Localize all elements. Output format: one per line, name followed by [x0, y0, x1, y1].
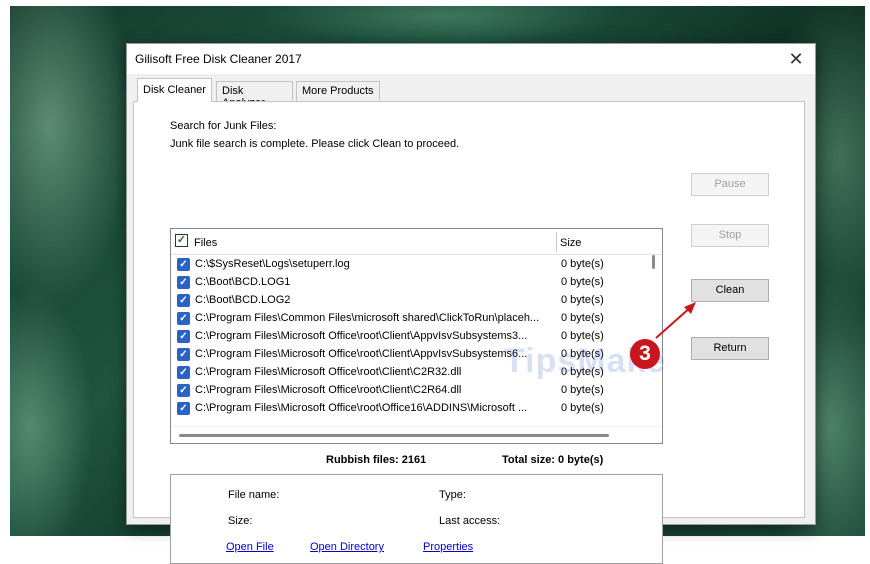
row-checkbox[interactable]: ✓ — [177, 312, 190, 325]
file-path: C:\Program Files\Microsoft Office\root\O… — [195, 402, 528, 414]
file-size: 0 byte(s) — [561, 348, 604, 360]
file-path: C:\Boot\BCD.LOG1 — [195, 276, 291, 288]
status-heading: Search for Junk Files: — [170, 120, 277, 132]
select-all-checkbox[interactable]: ✓ — [175, 234, 188, 247]
file-size: 0 byte(s) — [561, 258, 604, 270]
step-number-badge: 3 — [630, 339, 660, 369]
file-size: 0 byte(s) — [561, 294, 604, 306]
horizontal-scrollbar[interactable] — [171, 426, 662, 443]
file-path: C:\Program Files\Common Files\microsoft … — [195, 312, 540, 324]
row-checkbox[interactable]: ✓ — [177, 384, 190, 397]
pause-button[interactable]: Pause — [691, 173, 769, 196]
file-size: 0 byte(s) — [561, 276, 604, 288]
file-size: 0 byte(s) — [561, 384, 604, 396]
row-checkbox[interactable]: ✓ — [177, 402, 190, 415]
rubbish-files-count: Rubbish files: 2161 — [326, 454, 427, 466]
list-item[interactable]: ✓ C:\Boot\BCD.LOG2 0 byte(s) — [171, 291, 641, 309]
list-item[interactable]: ✓ C:\Program Files\Microsoft Office\root… — [171, 381, 641, 399]
file-size: 0 byte(s) — [561, 330, 604, 342]
file-path: C:\$SysReset\Logs\setuperr.log — [195, 258, 350, 270]
type-label: Type: — [439, 489, 466, 501]
list-item[interactable]: ✓ C:\$SysReset\Logs\setuperr.log 0 byte(… — [171, 255, 641, 273]
return-button[interactable]: Return — [691, 337, 769, 360]
junk-files-list[interactable]: ✓ Files Size ✓ C:\$SysReset\Logs\setuper… — [170, 228, 663, 444]
list-item[interactable]: ✓ C:\Boot\BCD.LOG1 0 byte(s) — [171, 273, 641, 291]
list-item[interactable]: ✓ C:\Program Files\Microsoft Office\root… — [171, 345, 641, 363]
file-name-label: File name: — [228, 489, 280, 501]
disk-cleaner-panel: Search for Junk Files: Junk file search … — [133, 101, 805, 564]
file-size: 0 byte(s) — [561, 366, 604, 378]
row-checkbox[interactable]: ✓ — [177, 348, 190, 361]
file-path: C:\Program Files\Microsoft Office\root\C… — [195, 366, 462, 378]
list-rows: ✓ C:\$SysReset\Logs\setuperr.log 0 byte(… — [171, 255, 641, 423]
annotation-arrow-icon — [655, 302, 696, 339]
app-window: Gilisoft Free Disk Cleaner 2017 ✕ Disk C… — [126, 43, 816, 564]
file-size: 0 byte(s) — [561, 402, 604, 414]
file-path: C:\Program Files\Microsoft Office\root\C… — [195, 330, 528, 342]
list-item[interactable]: ✓ C:\Program Files\Microsoft Office\root… — [171, 399, 641, 417]
vertical-scroll-thumb[interactable] — [652, 255, 655, 269]
row-checkbox[interactable]: ✓ — [177, 258, 190, 271]
list-item-partial — [171, 417, 641, 423]
horizontal-scroll-thumb[interactable] — [179, 434, 609, 437]
file-path: C:\Boot\BCD.LOG2 — [195, 294, 291, 306]
list-header: ✓ Files Size — [171, 229, 662, 255]
size-label: Size: — [228, 515, 253, 527]
list-item[interactable]: ✓ C:\Program Files\Common Files\microsof… — [171, 309, 641, 327]
title-bar: Gilisoft Free Disk Cleaner 2017 ✕ — [127, 44, 815, 74]
file-path: C:\Program Files\Microsoft Office\root\C… — [195, 384, 462, 396]
tab-disk-cleaner[interactable]: Disk Cleaner — [137, 78, 212, 102]
close-button[interactable]: ✕ — [783, 46, 809, 72]
file-path: C:\Program Files\Microsoft Office\root\C… — [195, 348, 528, 360]
clean-button[interactable]: Clean — [691, 279, 769, 302]
row-checkbox[interactable]: ✓ — [177, 330, 190, 343]
row-checkbox[interactable]: ✓ — [177, 366, 190, 379]
row-checkbox[interactable]: ✓ — [177, 276, 190, 289]
stop-button[interactable]: Stop — [691, 224, 769, 247]
column-divider[interactable] — [556, 232, 557, 252]
last-access-label: Last access: — [439, 515, 501, 527]
column-header-size[interactable]: Size — [560, 237, 581, 249]
file-details-box: File name: Type: Size: Last access: Open… — [170, 474, 663, 564]
status-message: Junk file search is complete. Please cli… — [170, 138, 460, 150]
file-size: 0 byte(s) — [561, 312, 604, 324]
column-header-files[interactable]: Files — [194, 237, 217, 249]
tab-disk-analyzer[interactable]: Disk Analyzer — [216, 81, 293, 109]
list-item[interactable]: ✓ C:\Program Files\Microsoft Office\root… — [171, 327, 641, 345]
tab-more-products[interactable]: More Products — [296, 81, 380, 101]
window-title: Gilisoft Free Disk Cleaner 2017 — [135, 52, 302, 66]
row-checkbox[interactable]: ✓ — [177, 294, 190, 307]
total-size: Total size: 0 byte(s) — [502, 454, 604, 466]
list-item[interactable]: ✓ C:\Program Files\Microsoft Office\root… — [171, 363, 641, 381]
